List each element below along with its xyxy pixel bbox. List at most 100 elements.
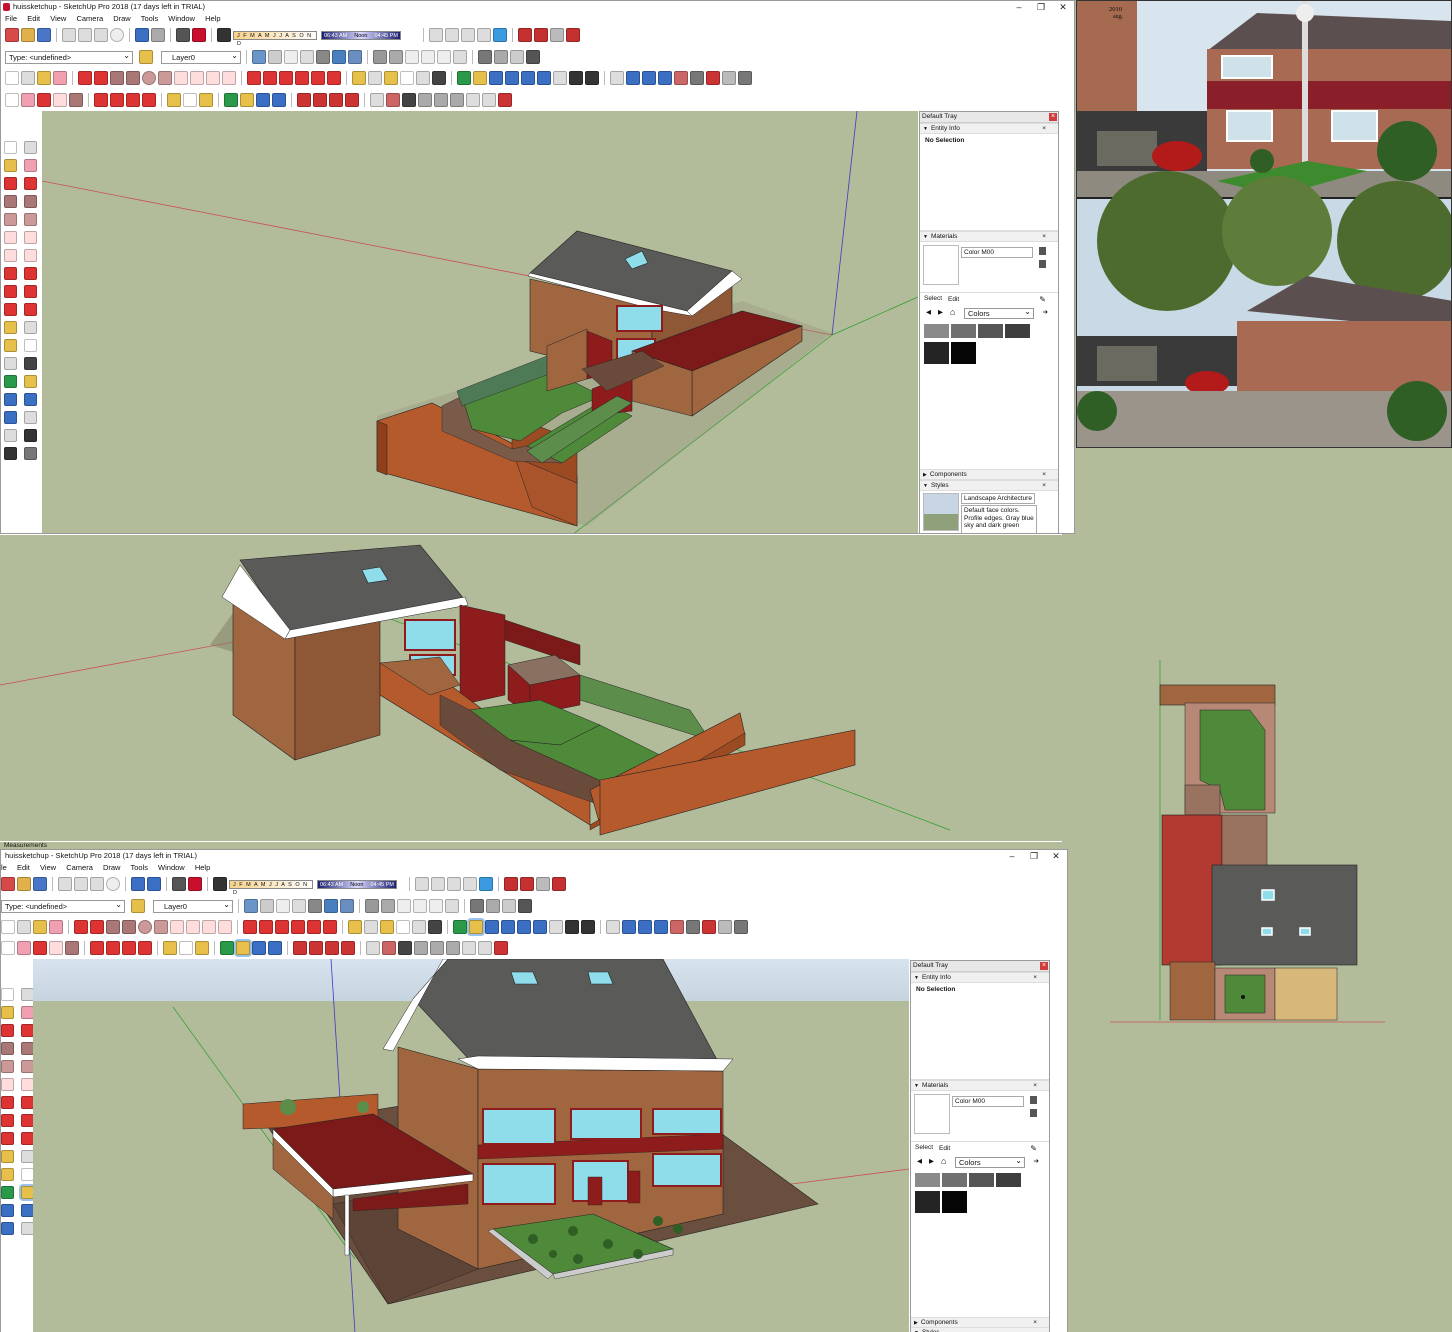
entity-info-header[interactable]: ▼ Entity Info × (920, 123, 1058, 134)
erase-icon[interactable] (110, 28, 124, 42)
styles-header-b[interactable]: ▼Styles (911, 1327, 1049, 1332)
lt-freehand-icon[interactable] (24, 177, 37, 190)
forward-arrow-icon[interactable]: ▶ (938, 308, 943, 316)
push-pull-icon-b[interactable] (259, 920, 273, 934)
from-scratch-icon-b[interactable] (638, 920, 652, 934)
extension-manager-icon[interactable] (566, 28, 580, 42)
zoom-window-icon-b[interactable] (501, 920, 515, 934)
colors-dropdown-b[interactable]: Colors (955, 1156, 1025, 1168)
scale-icon-2b[interactable] (138, 941, 152, 955)
arc-3pt-icon[interactable] (206, 71, 220, 85)
zoom-extents-icon-2b[interactable] (268, 941, 282, 955)
move-icon[interactable] (247, 71, 261, 85)
rotate-icon-b[interactable] (275, 920, 289, 934)
back-arrow-icon-b[interactable]: ◀ (917, 1157, 922, 1165)
reel-icon-b[interactable] (414, 941, 428, 955)
component-icon-b[interactable] (17, 920, 31, 934)
scale-icon-b[interactable] (307, 920, 321, 934)
lt-arc3-icon[interactable] (4, 249, 17, 262)
menu-tools-bottom[interactable]: Tools (130, 863, 148, 872)
camera-list-icon[interactable] (450, 93, 464, 107)
lt-zoomext-icon-b[interactable] (1, 1222, 14, 1235)
save-icon[interactable] (37, 28, 51, 42)
shaded-textures-icon-b[interactable] (324, 899, 338, 913)
viewport-top[interactable] (42, 111, 918, 533)
top-view-icon[interactable] (389, 50, 403, 64)
materials-header[interactable]: ▼ Materials × (920, 231, 1058, 242)
protractor-icon-b[interactable] (380, 920, 394, 934)
lt-position-icon[interactable] (4, 429, 17, 442)
create-material-icon[interactable] (1039, 247, 1046, 255)
trimble-connect-icon-b[interactable] (479, 877, 493, 891)
lt-orbit-icon-b[interactable] (1, 1186, 14, 1199)
new-file-icon-b[interactable] (1, 877, 15, 891)
lt-protractor-icon[interactable] (4, 339, 17, 352)
lt-look-icon[interactable] (24, 429, 37, 442)
swatch-5[interactable] (924, 342, 949, 364)
eyedropper-icon-b[interactable]: ✎ (1030, 1144, 1037, 1153)
lt-section-icon[interactable] (24, 447, 37, 460)
move-icon-2[interactable] (94, 93, 108, 107)
lt-rotate-icon-b[interactable] (1, 1114, 14, 1127)
line-tool-icon-b[interactable] (74, 920, 88, 934)
extension-warehouse-icon-b[interactable] (463, 877, 477, 891)
type-dropdown-bottom[interactable]: Type: <undefined> (1, 899, 125, 913)
zoom-icon-b[interactable] (485, 920, 499, 934)
menu-draw-bottom[interactable]: Draw (103, 863, 121, 872)
swatch-4[interactable] (1005, 324, 1030, 338)
lt-circle-icon[interactable] (4, 213, 17, 226)
swatch-1[interactable] (924, 324, 949, 338)
lt-walk-icon[interactable] (4, 447, 17, 460)
copy-icon[interactable] (78, 28, 92, 42)
tray-close-icon[interactable]: × (1049, 113, 1057, 121)
3d-text-icon[interactable] (432, 71, 446, 85)
section-fill-icon-b[interactable] (518, 899, 532, 913)
lt-protractor-icon-b[interactable] (1, 1168, 14, 1181)
smoove-icon-b[interactable] (654, 920, 668, 934)
swatch-3b[interactable] (969, 1173, 994, 1187)
get-models-icon[interactable] (429, 28, 443, 42)
frustum-icon[interactable] (434, 93, 448, 107)
lt-zoom-icon[interactable] (4, 393, 17, 406)
colors-dropdown[interactable]: Colors (964, 307, 1034, 319)
tape-measure-icon-b[interactable] (348, 920, 362, 934)
tape-measure-icon[interactable] (352, 71, 366, 85)
walk-icon-b[interactable] (581, 920, 595, 934)
from-scratch-icon[interactable] (642, 71, 656, 85)
section-cut-icon-b[interactable] (502, 899, 516, 913)
wireframe-icon-b[interactable] (276, 899, 290, 913)
pie-icon-b[interactable] (218, 920, 232, 934)
front-view-icon-b[interactable] (397, 899, 411, 913)
select-tab[interactable]: Select (924, 295, 942, 302)
walk-icon[interactable] (585, 71, 599, 85)
paint-icon-b[interactable] (33, 920, 47, 934)
styles-header[interactable]: ▼ Styles × (920, 480, 1058, 491)
swatch-6b[interactable] (942, 1191, 967, 1213)
section-plane-icon-b[interactable] (470, 899, 484, 913)
zoom-extents-icon-b[interactable] (517, 920, 531, 934)
shaded-icon-b[interactable] (308, 899, 322, 913)
eraser-icon[interactable] (53, 71, 67, 85)
section-display-icon[interactable] (494, 50, 508, 64)
arc-2pt-icon-b[interactable] (186, 920, 200, 934)
menu-camera-bottom[interactable]: Camera (66, 863, 93, 872)
lt-component-icon[interactable] (24, 141, 37, 154)
lt-axes-icon[interactable] (4, 357, 17, 370)
eraser-icon-b[interactable] (49, 920, 63, 934)
lt-line-icon-b[interactable] (1, 1024, 14, 1037)
section-fill-icon[interactable] (526, 50, 540, 64)
reel-icon[interactable] (418, 93, 432, 107)
zoom-window-icon[interactable] (505, 71, 519, 85)
rotated-rect-icon-b[interactable] (122, 920, 136, 934)
materials-header-b[interactable]: ▼ Materials × (911, 1080, 1049, 1091)
lt-camera-icon[interactable] (24, 411, 37, 424)
details-arrow-icon[interactable]: ➔ (1043, 308, 1048, 316)
xray-icon-b[interactable] (244, 899, 258, 913)
flip-edge-icon-b[interactable] (718, 920, 732, 934)
axes-icon[interactable] (416, 71, 430, 85)
print-icon[interactable] (176, 28, 190, 42)
warehouse-icon-2[interactable] (297, 93, 311, 107)
print-icon-b[interactable] (172, 877, 186, 891)
back-view-icon-b[interactable] (429, 899, 443, 913)
lt-arc-icon-b[interactable] (1, 1078, 14, 1091)
